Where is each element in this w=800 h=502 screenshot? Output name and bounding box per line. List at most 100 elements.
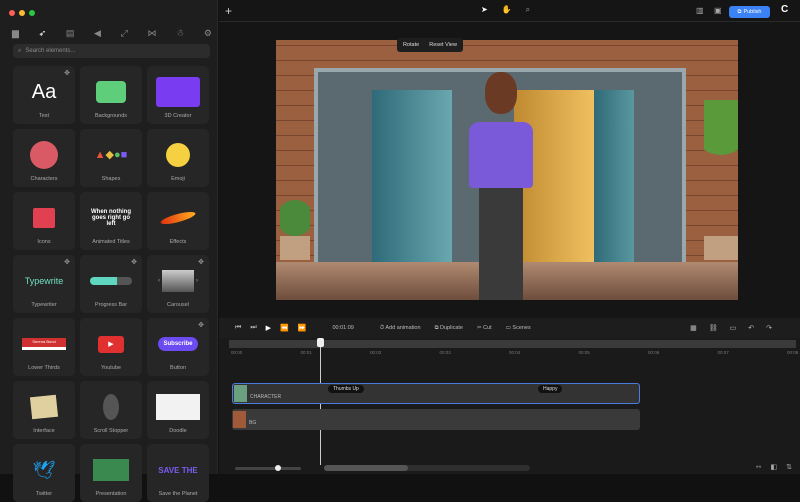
tile-button[interactable]: ✥SubscribeButton: [147, 318, 209, 376]
tile-typewriter[interactable]: ✥TypewriteTypewriter: [13, 255, 75, 313]
twitter-icon: 🕊: [22, 456, 66, 484]
scrub-bar[interactable]: [229, 340, 796, 348]
tile-effects[interactable]: Effects: [147, 192, 209, 250]
time-tick: 00:05: [579, 350, 590, 355]
clip-thumbs-up[interactable]: Thumbs Up: [328, 385, 364, 393]
tile-icons[interactable]: Icons: [13, 192, 75, 250]
tile-lower-thirds[interactable]: Serena BondLower Thirds: [13, 318, 75, 376]
logo: C: [781, 4, 788, 15]
publish-button[interactable]: ⧉Publish: [729, 6, 770, 18]
pointer-icon[interactable]: ➤: [481, 5, 488, 15]
play-icon[interactable]: ▶: [266, 324, 271, 332]
zoom-slider[interactable]: [235, 467, 301, 470]
progress-bar-preview: [89, 267, 133, 295]
undo-icon[interactable]: ↶: [748, 324, 754, 332]
tile-carousel[interactable]: ✥‹›Carousel: [147, 255, 209, 313]
skip-start-icon[interactable]: ⏮: [235, 324, 241, 332]
grid-icon[interactable]: ▦: [690, 324, 697, 332]
panel-icon[interactable]: ◧: [771, 463, 778, 471]
elements-grid: ✥AaText Backgrounds 3D Creator Character…: [13, 66, 210, 502]
layout-icon[interactable]: ▤: [66, 28, 75, 39]
add-icon[interactable]: +: [225, 4, 232, 18]
tile-animated-titles[interactable]: When nothing goes right go leftAnimated …: [80, 192, 142, 250]
tile-interface[interactable]: Interface: [13, 381, 75, 439]
minimize-button[interactable]: [19, 10, 25, 16]
layers-icon[interactable]: ▥: [696, 6, 704, 15]
time-tick: 00:08: [787, 350, 798, 355]
rocket-icon[interactable]: ➶: [39, 28, 47, 39]
tile-text[interactable]: ✥AaText: [13, 66, 75, 124]
time-tick: 00:00: [231, 350, 242, 355]
tile-doodle[interactable]: Doodle: [147, 381, 209, 439]
tile-backgrounds[interactable]: Backgrounds: [80, 66, 142, 124]
image-icon: [89, 78, 133, 106]
caption-icon[interactable]: ▭: [730, 324, 737, 332]
tile-3d-creator[interactable]: 3D Creator: [147, 66, 209, 124]
move-icon[interactable]: ✥: [198, 321, 204, 329]
link-icon[interactable]: ⛓: [709, 324, 718, 332]
split-icon[interactable]: ⋈: [147, 28, 156, 39]
tile-twitter[interactable]: 🕊Twitter: [13, 444, 75, 502]
time-tick: 00:06: [648, 350, 659, 355]
emoji-icon: [156, 141, 200, 169]
sort-icon[interactable]: ⇅: [786, 463, 792, 471]
reset-view-button[interactable]: Reset View: [429, 42, 457, 48]
hand-icon[interactable]: ✋: [502, 5, 512, 15]
track-bg[interactable]: BG: [232, 409, 640, 430]
zoom-icon[interactable]: ⌕: [526, 5, 530, 15]
horizontal-scrollbar[interactable]: [324, 465, 530, 471]
fit-icon[interactable]: ⇿: [756, 463, 762, 471]
track-character[interactable]: CHARACTER Thumbs Up Happy: [232, 383, 640, 404]
close-button[interactable]: [9, 10, 15, 16]
tile-save-the-planet[interactable]: SAVE THESave the Planet: [147, 444, 209, 502]
current-time: 00:01:09: [332, 325, 353, 331]
door-panel-right: [594, 90, 634, 268]
tile-emoji[interactable]: Emoji: [147, 129, 209, 187]
door-left: [372, 90, 452, 268]
canvas-area[interactable]: Rotate Reset View: [219, 22, 800, 318]
add-animation-button[interactable]: ⏱ Add animation: [380, 325, 421, 332]
cut-button[interactable]: ✂ Cut: [477, 325, 492, 331]
rewind-icon[interactable]: ⏪: [280, 324, 289, 332]
tile-youtube[interactable]: ▶Youtube: [80, 318, 142, 376]
tile-presentation[interactable]: Presentation: [80, 444, 142, 502]
rotate-button[interactable]: Rotate: [403, 42, 419, 48]
save-icon[interactable]: ▣: [714, 6, 722, 15]
folder-icon[interactable]: ▆: [12, 28, 19, 39]
move-icon[interactable]: ✥: [198, 258, 204, 266]
character-icon[interactable]: ☃: [176, 28, 184, 39]
plant-right: [704, 100, 738, 260]
move-icon[interactable]: ✥: [64, 69, 70, 77]
move-icon[interactable]: ✥: [131, 258, 137, 266]
carousel-preview: ‹›: [156, 267, 200, 295]
scene-preview[interactable]: [276, 40, 738, 300]
audio-icon[interactable]: ◀: [94, 28, 101, 39]
forward-icon[interactable]: ⏩: [298, 324, 307, 332]
search-input[interactable]: ⌕ Search elements...: [13, 44, 210, 58]
category-tabs: ▆ ➶ ▤ ◀ ⤢ ⋈ ☃ ⚙: [12, 28, 212, 39]
track-thumbnail: [234, 385, 247, 402]
move-icon[interactable]: ✥: [64, 258, 70, 266]
playback-controls: ⏮ ⏭ ▶ ⏪ ⏩: [235, 324, 306, 332]
duplicate-button[interactable]: ⧉ Duplicate: [435, 325, 463, 332]
timeline[interactable]: 00:0000:0100:0200:0300:0400:0500:0600:07…: [219, 338, 800, 474]
search-icon: ⌕: [18, 48, 21, 55]
time-tick: 00:03: [440, 350, 451, 355]
tile-scroll-stopper[interactable]: Scroll Stopper: [80, 381, 142, 439]
maximize-button[interactable]: [29, 10, 35, 16]
redo-icon[interactable]: ↷: [766, 324, 772, 332]
shapes-icon: ▲◆●■: [89, 141, 133, 169]
character[interactable]: [461, 72, 541, 300]
tile-shapes[interactable]: ▲◆●■Shapes: [80, 129, 142, 187]
time-tick: 00:04: [509, 350, 520, 355]
step-icon[interactable]: ⏭: [250, 324, 256, 332]
scenes-button[interactable]: ▭ Scenes: [506, 325, 531, 331]
view-controls: ⇿ ◧ ⇅: [756, 463, 792, 471]
clip-happy[interactable]: Happy: [538, 385, 562, 393]
gear-icon[interactable]: ⚙: [204, 28, 212, 39]
transition-icon[interactable]: ⤢: [121, 28, 128, 39]
tile-characters[interactable]: Characters: [13, 129, 75, 187]
gift-icon: [22, 204, 66, 232]
tile-progress-bar[interactable]: ✥Progress Bar: [80, 255, 142, 313]
time-ruler: 00:0000:0100:0200:0300:0400:0500:0600:07…: [231, 350, 796, 358]
